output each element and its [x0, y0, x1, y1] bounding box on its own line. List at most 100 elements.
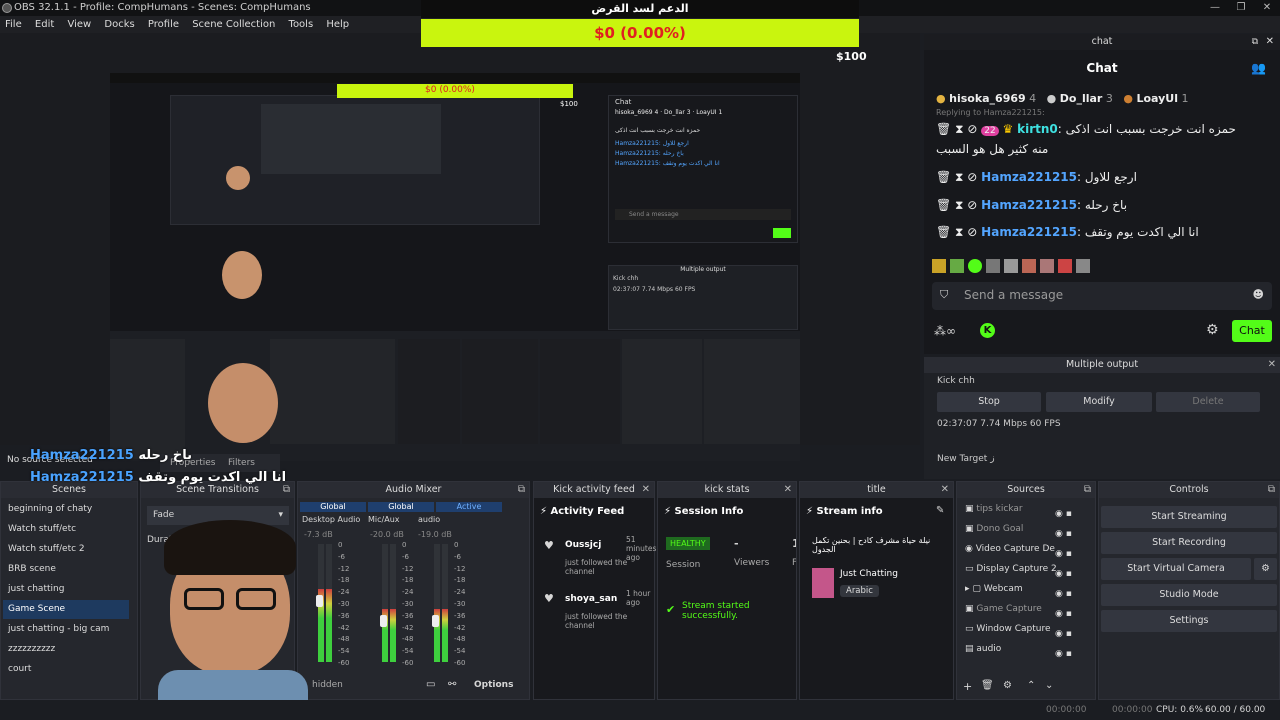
- start-streaming-button[interactable]: Start Streaming: [1101, 506, 1277, 528]
- menu-docks[interactable]: Docks: [99, 19, 139, 30]
- move-down-icon[interactable]: ⌄: [1045, 680, 1053, 691]
- source-item[interactable]: ◉ Video Capture De: [965, 544, 1055, 554]
- options-button[interactable]: Options: [474, 680, 513, 690]
- ban-icon[interactable]: ⊘: [967, 122, 977, 136]
- hair: [164, 520, 296, 575]
- menu-view[interactable]: View: [62, 19, 96, 30]
- minimize-button[interactable]: —: [1202, 0, 1228, 16]
- donation-goal-title: الدعم لسد القرض: [421, 0, 859, 18]
- studio-mode-button[interactable]: Studio Mode: [1101, 584, 1277, 606]
- timeout-icon[interactable]: ⧗: [955, 122, 963, 136]
- scene-item[interactable]: court: [8, 664, 31, 674]
- emote-strip[interactable]: [932, 258, 1132, 274]
- edit-icon[interactable]: ✎: [936, 505, 944, 516]
- kick-stats-dock: kick stats ✕ ⚡ Session Info HEALTHY Sessi…: [657, 481, 797, 700]
- nested-face-3: [208, 363, 278, 443]
- sources-title: Sources: [1007, 484, 1045, 495]
- scene-item[interactable]: beginning of chaty: [8, 504, 92, 514]
- scene-item-selected[interactable]: Game Scene: [3, 600, 129, 619]
- chat-message-4: 🗑 ⧗ ⊘ Hamza221215: انا الي اكدت يوم وتقف: [936, 225, 1199, 239]
- meter-level: [442, 609, 448, 662]
- users-icon[interactable]: 👥: [1251, 50, 1266, 86]
- channel-db: -20.0 dB: [370, 530, 404, 539]
- close-icon[interactable]: ✕: [1266, 34, 1274, 50]
- modify-button[interactable]: Modify: [1046, 392, 1152, 412]
- add-source-icon[interactable]: +: [963, 680, 972, 693]
- link-icon[interactable]: ⚯: [448, 679, 456, 690]
- meter-tick-label: -60: [338, 658, 350, 667]
- menu-tools[interactable]: Tools: [284, 19, 319, 30]
- volume-fader[interactable]: [316, 595, 323, 607]
- scene-item[interactable]: BRB scene: [8, 564, 56, 574]
- stream-info-header: ⚡ Stream info: [806, 506, 883, 517]
- menu-file[interactable]: File: [0, 19, 27, 30]
- source-item[interactable]: ▣ tips kickar: [965, 504, 1023, 514]
- volume-fader[interactable]: [380, 615, 387, 627]
- channel-name[interactable]: Mic/Aux: [368, 515, 400, 524]
- menu-edit[interactable]: Edit: [30, 19, 59, 30]
- trash-icon[interactable]: 🗑: [981, 680, 994, 691]
- maximize-button[interactable]: ❐: [1228, 0, 1254, 16]
- float-icon[interactable]: ⧉: [1084, 482, 1091, 498]
- virtual-camera-settings-icon[interactable]: ⚙: [1254, 558, 1277, 580]
- scene-item[interactable]: Watch stuff/etc 2: [8, 544, 85, 554]
- layout-icon[interactable]: ▭: [426, 679, 435, 690]
- scene-item[interactable]: just chatting: [8, 584, 64, 594]
- activity-user[interactable]: shoya_san: [565, 594, 617, 604]
- scene-item[interactable]: Watch stuff/etc: [8, 524, 76, 534]
- chat-send-button[interactable]: Chat: [1232, 320, 1272, 342]
- meter-tick-label: -30: [338, 599, 350, 608]
- new-target-label[interactable]: New Target ز: [937, 454, 995, 464]
- glasses-right: [236, 588, 276, 610]
- activity-user[interactable]: Oussjcj: [565, 540, 601, 550]
- close-icon[interactable]: ✕: [642, 482, 650, 498]
- meter-tick-label: -18: [338, 576, 350, 585]
- meter-scale: 0 -6 -12 -18 -24 -30 -36 -42 -48 -54 -60: [402, 540, 413, 670]
- preview-area[interactable]: $0 (0.00%) $100 Chat hisoka_6969 4 · Do_…: [0, 33, 920, 465]
- emoji-icon[interactable]: ☻: [1253, 288, 1264, 301]
- start-recording-button[interactable]: Start Recording: [1101, 532, 1277, 554]
- scene-item[interactable]: just chatting - big cam: [8, 624, 109, 634]
- nested-titlebar: [110, 73, 800, 83]
- float-icon[interactable]: ⧉: [1252, 34, 1258, 50]
- menu-help[interactable]: Help: [321, 19, 354, 30]
- source-item[interactable]: ▭ Display Capture 2: [965, 564, 1057, 574]
- scene-item[interactable]: zzzzzzzzzz: [8, 644, 55, 654]
- meter-tick-label: -42: [454, 623, 466, 632]
- close-icon[interactable]: ✕: [941, 482, 949, 498]
- source-item[interactable]: ▣ Dono Goal: [965, 524, 1023, 534]
- channel-name[interactable]: audio: [418, 515, 440, 524]
- window-title: OBS 32.1.1 - Profile: CompHumans - Scene…: [14, 2, 311, 13]
- move-up-icon[interactable]: ⌃: [1027, 680, 1035, 691]
- settings-icon[interactable]: ⚙: [1206, 322, 1219, 338]
- chat-input[interactable]: ⛉ Send a message ☻: [932, 282, 1272, 310]
- float-icon[interactable]: ⧉: [518, 482, 525, 498]
- category-name: Just Chatting: [840, 569, 898, 579]
- points-icon[interactable]: ⁂∞: [934, 324, 956, 338]
- meter-tick-label: -42: [402, 623, 414, 632]
- volume-fader[interactable]: [432, 615, 439, 627]
- close-icon[interactable]: ✕: [1268, 357, 1276, 373]
- shield-icon[interactable]: ⛉: [940, 288, 948, 302]
- stop-button[interactable]: Stop: [937, 392, 1041, 412]
- source-item[interactable]: ▣ Game Capture: [965, 604, 1042, 614]
- delete-button[interactable]: Delete: [1156, 392, 1260, 412]
- menu-scene-collection[interactable]: Scene Collection: [187, 19, 280, 30]
- close-icon[interactable]: ✕: [784, 482, 792, 498]
- menu-profile[interactable]: Profile: [143, 19, 184, 30]
- channel-tag: Global: [300, 502, 366, 512]
- close-window-button[interactable]: ✕: [1254, 0, 1280, 16]
- source-folder[interactable]: ▸ ▢ Webcam: [965, 584, 1023, 594]
- kick-icon[interactable]: K: [980, 323, 995, 338]
- float-icon[interactable]: ⧉: [1268, 482, 1275, 498]
- leaderboard: ● hisoka_6969 4 ● Do_llar 3 ● LoayUl 1: [936, 92, 1189, 105]
- source-item[interactable]: ▭ Window Capture: [965, 624, 1051, 634]
- source-item[interactable]: ▤ audio: [965, 644, 1001, 654]
- settings-button[interactable]: Settings: [1101, 610, 1277, 632]
- gear-icon[interactable]: ⚙: [1003, 680, 1012, 691]
- glasses-left: [184, 588, 224, 610]
- trash-icon[interactable]: 🗑: [936, 122, 951, 136]
- start-virtual-camera-button[interactable]: Start Virtual Camera: [1101, 558, 1251, 580]
- channel-name[interactable]: Desktop Audio: [302, 515, 360, 524]
- source-visibility-icons[interactable]: ◉ ▪ ◉ ▪ ◉ ▪ ◉ ▪ ◉ ▪ ◉ ▪ ◉ ▪ ◉ ▪: [1055, 504, 1072, 664]
